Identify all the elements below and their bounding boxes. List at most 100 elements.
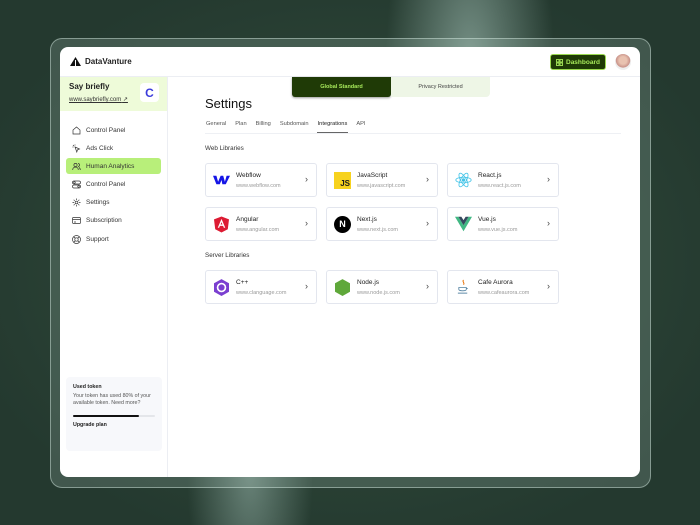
card-icon (72, 217, 81, 225)
chevron-right-icon: › (426, 218, 429, 228)
sidebar-item-support[interactable]: Support (66, 231, 161, 247)
chevron-right-icon: › (426, 174, 429, 184)
integration-name: C++ (236, 278, 249, 286)
dashboard-button[interactable]: Dashboard (550, 54, 606, 70)
server-libraries-grid: C++ www.clanguage.com › Node.js www.node.js.… (205, 270, 559, 304)
gear-icon (72, 198, 81, 207)
header: DataVanture Dashboard (60, 47, 640, 77)
workspace-logo: C (140, 83, 159, 102)
web-libraries-grid: Webflow www.webflow.com › JS JavaScript www.j… (205, 163, 559, 241)
angular-logo-icon (213, 216, 230, 233)
integration-url: www.webflow.com (236, 182, 281, 189)
toggle-icon (72, 180, 81, 189)
tab-api[interactable]: API (355, 121, 366, 133)
toggle-global-standard[interactable]: Global Standard (292, 77, 391, 97)
integration-url: www.angular.com (236, 226, 280, 233)
sidebar-item-subscription[interactable]: Subscription (66, 213, 161, 229)
sidebar-item-label: Subscription (86, 217, 122, 225)
upgrade-plan-link[interactable]: Upgrade plan (73, 422, 155, 429)
click-icon (72, 144, 81, 153)
privacy-toggle: Global Standard Privacy Restricted (292, 77, 490, 97)
external-link-icon: ↗ (122, 97, 128, 103)
sidebar-item-label: Support (86, 235, 109, 243)
token-title: Used token (73, 384, 102, 390)
token-progress-fill (73, 415, 139, 418)
sidebar: Say briefly www.saybriefly.com ↗ C Contr… (60, 77, 168, 477)
chevron-right-icon: › (305, 174, 308, 184)
integration-card-angular[interactable]: Angular www.angular.com › (205, 207, 317, 241)
integration-name: Node.js (357, 278, 380, 286)
integration-name: Cafe Aurora (478, 278, 513, 286)
chevron-right-icon: › (305, 281, 308, 291)
dashboard-label: Dashboard (566, 58, 600, 66)
sidebar-item-label: Control Panel (86, 126, 126, 134)
sidebar-item-control-panel[interactable]: Control Panel (66, 177, 161, 193)
integration-name: Angular (236, 215, 259, 223)
support-icon (72, 234, 81, 244)
integration-url: www.cafeaurora.com (478, 289, 530, 296)
app-logo[interactable]: DataVanture (70, 57, 132, 66)
integration-url: www.react.js.com (478, 182, 521, 189)
chevron-right-icon: › (426, 281, 429, 291)
chevron-right-icon: › (547, 174, 550, 184)
integration-url: www.vue.js.com (478, 226, 518, 233)
integration-name: React.js (478, 171, 502, 179)
integration-card-javascript[interactable]: JS JavaScript www.javascript.com › (326, 163, 438, 197)
react-logo-icon (455, 172, 472, 189)
sidebar-item-human-analytics[interactable]: Human Analytics (66, 158, 161, 175)
integration-card-cafe-aurora[interactable]: Cafe Aurora www.cafeaurora.com › (447, 270, 559, 304)
grid-icon (556, 58, 563, 66)
sidebar-item-label: Control Panel (86, 181, 126, 189)
tab-general[interactable]: General (205, 121, 227, 133)
sidebar-item-label: Settings (86, 199, 110, 207)
integration-url: www.javascript.com (357, 182, 406, 189)
token-progress (73, 415, 155, 418)
nextjs-logo-icon: N (334, 215, 351, 233)
logo-icon (70, 57, 81, 66)
workspace-card[interactable]: Say briefly www.saybriefly.com ↗ C (60, 77, 167, 111)
tab-billing[interactable]: Billing (255, 121, 272, 133)
token-text: Your token has used 80% of your availabl… (73, 393, 151, 407)
integration-card-node-js[interactable]: Node.js www.node.js.com › (326, 270, 438, 304)
integration-card-c-[interactable]: C++ www.clanguage.com › (205, 270, 317, 304)
integration-card-vue-js[interactable]: Vue.js www.vue.js.com › (447, 207, 559, 241)
sidebar-item-control-panel[interactable]: Control Panel (66, 122, 161, 138)
integration-url: www.next.js.com (357, 226, 398, 233)
app-name: DataVanture (85, 57, 132, 66)
integration-card-webflow[interactable]: Webflow www.webflow.com › (205, 163, 317, 197)
settings-tabs: General Plan Billing Subdomain Integrations A… (205, 121, 621, 134)
home-icon (72, 126, 81, 134)
integration-card-react-js[interactable]: React.js www.react.js.com › (447, 163, 559, 197)
javascript-logo-icon: JS (334, 171, 351, 189)
section-title: Web Libraries (205, 145, 244, 152)
chevron-right-icon: › (547, 281, 550, 291)
sidebar-item-label: Human Analytics (86, 162, 135, 170)
sidebar-nav: Control Panel Ads Click Human Analytics Con… (66, 122, 161, 249)
java-cup-icon (455, 279, 472, 296)
token-usage-card: Used token Your token has used 80% of yo… (66, 377, 162, 451)
integration-url: www.clanguage.com (236, 289, 287, 296)
sidebar-item-label: Ads Click (86, 144, 114, 152)
sidebar-item-settings[interactable]: Settings (66, 195, 161, 211)
integration-url: www.node.js.com (357, 289, 400, 296)
chevron-right-icon: › (305, 218, 308, 228)
integration-name: JavaScript (357, 171, 388, 179)
app-window: DataVanture Dashboard Say briefly www.sa… (60, 47, 640, 477)
toggle-privacy-restricted[interactable]: Privacy Restricted (391, 77, 490, 97)
tab-integrations[interactable]: Integrations (316, 121, 349, 133)
vue-logo-icon (455, 216, 472, 233)
cpp-logo-icon (213, 278, 230, 296)
integration-name: Vue.js (478, 215, 496, 223)
integration-name: Next.js (357, 215, 377, 223)
page-title: Settings (205, 96, 252, 111)
nodejs-logo-icon (334, 278, 351, 296)
integration-name: Webflow (236, 171, 261, 179)
chevron-right-icon: › (547, 218, 550, 228)
tab-subdomain[interactable]: Subdomain (279, 121, 310, 133)
section-title: Server Libraries (205, 252, 250, 259)
integration-card-next-js[interactable]: N Next.js www.next.js.com › (326, 207, 438, 241)
user-avatar[interactable] (615, 54, 631, 70)
tab-plan[interactable]: Plan (234, 121, 247, 133)
sidebar-item-ads-click[interactable]: Ads Click (66, 140, 161, 156)
webflow-logo-icon (213, 172, 230, 189)
